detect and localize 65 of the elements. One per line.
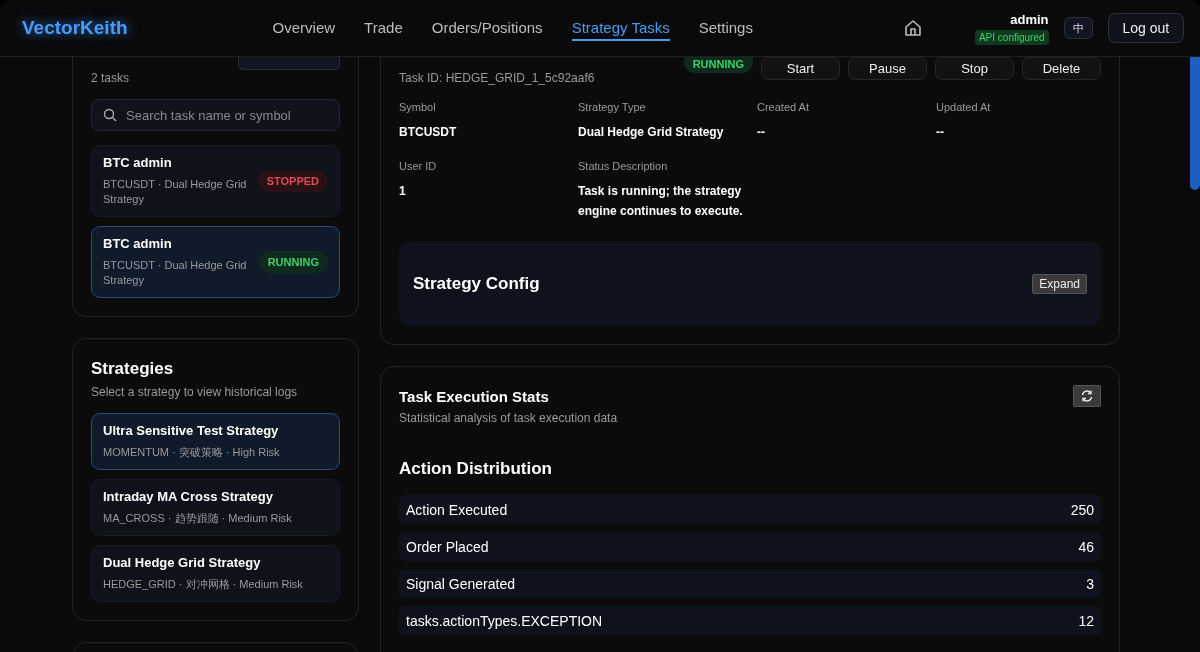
nav-tab[interactable]: Strategy Tasks: [571, 15, 670, 41]
strategy-item[interactable]: Ultra Sensitive Test Strategy MOMENTUM · 突破策略 · High Risk: [91, 413, 340, 470]
card-subtitle: Select a strategy to view historical logs: [91, 385, 299, 399]
field-value: --: [936, 124, 945, 141]
task-item[interactable]: BTC admin BTCUSDT · Dual Hedge Grid Strategy RUNNING: [91, 226, 340, 298]
field-value: BTCUSDT: [399, 124, 458, 141]
card-title: Strategies: [91, 359, 175, 379]
action-button[interactable]: Delete: [1022, 57, 1101, 80]
action-button[interactable]: Pause: [848, 57, 927, 80]
action-button[interactable]: Stop: [935, 57, 1014, 80]
search-field[interactable]: Search task name or symbol: [91, 99, 340, 131]
field-label: User ID: [399, 160, 438, 172]
task-detail: BTCUSDT · Dual Hedge Grid Strategy: [103, 258, 248, 288]
strategy-name: Intraday MA Cross Strategy: [103, 489, 274, 504]
stat-label: Order Placed: [406, 538, 489, 555]
logo[interactable]: VectorKeith: [22, 17, 128, 39]
stat-label: Action Executed: [406, 501, 508, 518]
task-name: BTC admin: [103, 155, 173, 170]
stat-value: 12: [1078, 612, 1094, 629]
language-button[interactable]: 中: [1063, 17, 1093, 39]
api-status-badge: API configured: [974, 29, 1049, 45]
strategy-detail: MOMENTUM · 突破策略 · High Risk: [103, 445, 280, 460]
field-value: 1: [399, 183, 407, 200]
strategy-item[interactable]: Dual Hedge Grid Strategy HEDGE_GRID · 对冲网格 · Medium Risk: [91, 545, 340, 602]
stat-value: 3: [1086, 575, 1094, 592]
nav-tab[interactable]: Overview: [272, 15, 336, 41]
status-badge: RUNNING: [258, 251, 328, 273]
expand-button[interactable]: Expand: [1032, 273, 1087, 294]
strategy-item[interactable]: Intraday MA Cross Strategy MA_CROSS · 趋势跟随 · Medium Risk: [91, 479, 340, 536]
field-label: Symbol: [399, 101, 437, 113]
card-subtitle: Statistical analysis of task execution data: [399, 411, 618, 425]
stat-value: 46: [1078, 538, 1094, 555]
field-value: Dual Hedge Grid Strategy: [578, 124, 725, 141]
strategy-detail: HEDGE_GRID · 对冲网格 · Medium Risk: [103, 577, 303, 592]
strategy-detail: MA_CROSS · 趋势跟随 · Medium Risk: [103, 511, 292, 526]
refresh-button[interactable]: [1073, 385, 1101, 407]
field-label: Updated At: [936, 101, 992, 113]
task-detail: BTCUSDT · Dual Hedge Grid Strategy: [103, 177, 248, 207]
section-title: Action Distribution: [399, 459, 553, 479]
field-value: Task is running; the strategy engine continues to execute.: [578, 183, 744, 220]
task-count: 2 tasks: [91, 71, 129, 85]
nav-tab[interactable]: Orders/Positions: [431, 15, 543, 41]
status-badge: STOPPED: [257, 170, 328, 192]
config-title: Strategy Config: [413, 273, 540, 294]
user-name: admin: [1010, 11, 1049, 27]
stat-label: Signal Generated: [406, 575, 515, 592]
stat-value: 250: [1070, 501, 1094, 518]
stat-label: tasks.actionTypes.EXCEPTION: [406, 612, 603, 629]
card-title: Task Execution Stats: [399, 388, 550, 405]
task-name: BTC admin: [103, 236, 173, 251]
nav-tab[interactable]: Settings: [698, 15, 753, 41]
task-item[interactable]: BTC admin BTCUSDT · Dual Hedge Grid Strategy STOPPED: [91, 145, 340, 217]
strategy-name: Dual Hedge Grid Strategy: [103, 555, 262, 570]
strategy-name: Ultra Sensitive Test Strategy: [103, 423, 280, 438]
task-id: Task ID: HEDGE_GRID_1_5c92aaf6: [399, 71, 595, 85]
field-label: Strategy Type: [578, 101, 647, 113]
status-badge: RUNNING: [683, 57, 753, 73]
field-label: Created At: [757, 101, 810, 113]
refresh-icon: [1080, 389, 1094, 403]
logout-button[interactable]: Log out: [1107, 13, 1185, 43]
nav-tab[interactable]: Trade: [364, 15, 403, 41]
action-button[interactable]: Start: [761, 57, 840, 80]
home-icon[interactable]: [902, 18, 923, 38]
field-value: --: [757, 124, 766, 141]
field-label: Status Description: [578, 160, 669, 172]
